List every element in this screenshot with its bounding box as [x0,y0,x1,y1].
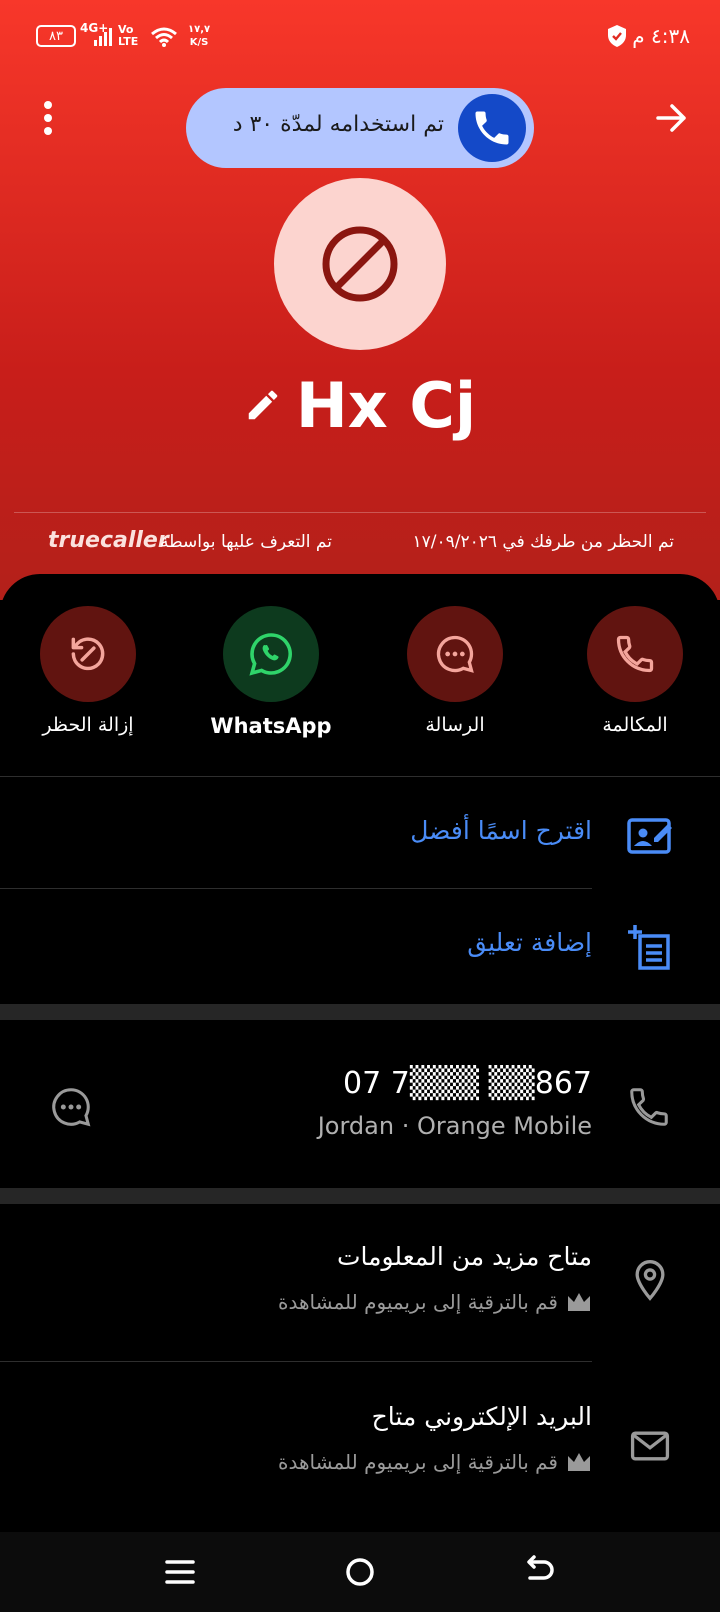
add-comment-label: إضافة تعليق [467,928,592,957]
usage-text: تم استخدامه لمدّة ٣٠ د [232,112,444,137]
crown-icon [568,1293,590,1311]
section-divider [0,1004,720,1020]
message-label: الرسالة [425,714,485,736]
contact-name-row: Hx Cj [0,365,720,445]
battery-level: ٨٣ [49,28,63,44]
sms-icon[interactable] [48,1084,94,1130]
truecaller-logo: truecaller [48,528,169,553]
email-row[interactable] [0,1362,720,1522]
unblock-button[interactable] [40,606,136,702]
whatsapp-icon [249,633,292,676]
more-options-icon[interactable] [40,100,56,136]
suggest-name-row[interactable]: اقترح اسمًا أفضل [0,782,720,888]
phone-icon[interactable] [626,1084,672,1130]
call-usage-pill: تم استخدامه لمدّة ٣٠ د [186,88,534,168]
phone-number[interactable]: 07 7▒▒▒ ▒▒867 [343,1066,592,1101]
phone-icon [616,635,654,673]
email-subtitle-text: قم بالترقية إلى بريميوم للمشاهدة [278,1450,558,1474]
call-action[interactable]: المكالمة [550,606,720,736]
signal-icon [94,28,112,46]
whatsapp-button[interactable] [223,606,319,702]
mail-icon [630,1431,670,1461]
actions-divider [0,776,720,777]
location-icon [635,1260,665,1301]
row-divider [0,888,592,889]
contact-header: ٨٣ 4G+ Vo LTE ١٧,٧ K/S ٤:٣٨ م تم استخدام… [0,0,720,600]
back-arrow-icon[interactable] [654,100,690,136]
email-subtitle: قم بالترقية إلى بريميوم للمشاهدة [278,1450,592,1474]
more-info-row[interactable] [0,1204,720,1362]
crown-icon [568,1453,590,1471]
call-label: المكالمة [602,714,668,736]
whatsapp-label: WhatsApp [210,714,332,738]
pencil-icon[interactable] [244,386,282,424]
recents-icon[interactable] [160,1552,200,1592]
system-nav-bar [0,1532,720,1612]
edit-contact-icon [627,818,672,854]
contact-name: Hx Cj [295,368,477,442]
phone-number-row[interactable] [0,1020,720,1188]
more-info-subtitle-text: قم بالترقية إلى بريميوم للمشاهدة [278,1290,558,1314]
unblock-action[interactable]: إزالة الحظر [3,606,173,736]
message-button[interactable] [407,606,503,702]
blocked-date-text: تم الحظر من طرفك في ١٧/٠٩/٢٠٢٦ [412,532,675,552]
shield-icon [608,25,626,47]
message-action[interactable]: الرسالة [370,606,540,736]
blocked-avatar [274,178,446,350]
message-icon [436,635,474,673]
add-comment-row[interactable]: إضافة تعليق [0,890,720,1002]
carrier-text: Jordan · Orange Mobile [317,1112,592,1140]
add-note-icon [628,925,670,970]
volte-indicator: Vo LTE [118,23,139,48]
section-divider [0,1188,720,1204]
status-bar: ٨٣ 4G+ Vo LTE ١٧,٧ K/S ٤:٣٨ م [0,20,720,60]
email-title: البريد الإلكتروني متاح [371,1402,592,1431]
network-speed: ١٧,٧ K/S [188,24,211,48]
suggest-name-label: اقترح اسمًا أفضل [410,816,592,845]
block-info-row: truecaller تم التعرف عليها بواسطة تم الح… [0,528,720,558]
more-info-title: متاح مزيد من المعلومات [336,1242,592,1271]
block-icon [322,226,398,302]
call-button[interactable] [587,606,683,702]
unblock-label: إزالة الحظر [42,714,134,736]
battery-indicator: ٨٣ [36,25,76,47]
action-buttons: المكالمة الرسالة WhatsApp إزالة الحظر [0,606,720,746]
back-icon[interactable] [520,1552,560,1592]
identified-by-text: تم التعرف عليها بواسطة [160,532,332,552]
call-app-icon [458,94,526,162]
home-icon[interactable] [340,1552,380,1592]
unblock-icon [71,637,105,671]
wifi-icon [151,27,177,47]
header-divider [14,512,706,513]
clock: ٤:٣٨ م [632,24,690,48]
whatsapp-action[interactable]: WhatsApp [186,606,356,738]
more-info-subtitle: قم بالترقية إلى بريميوم للمشاهدة [278,1290,592,1314]
